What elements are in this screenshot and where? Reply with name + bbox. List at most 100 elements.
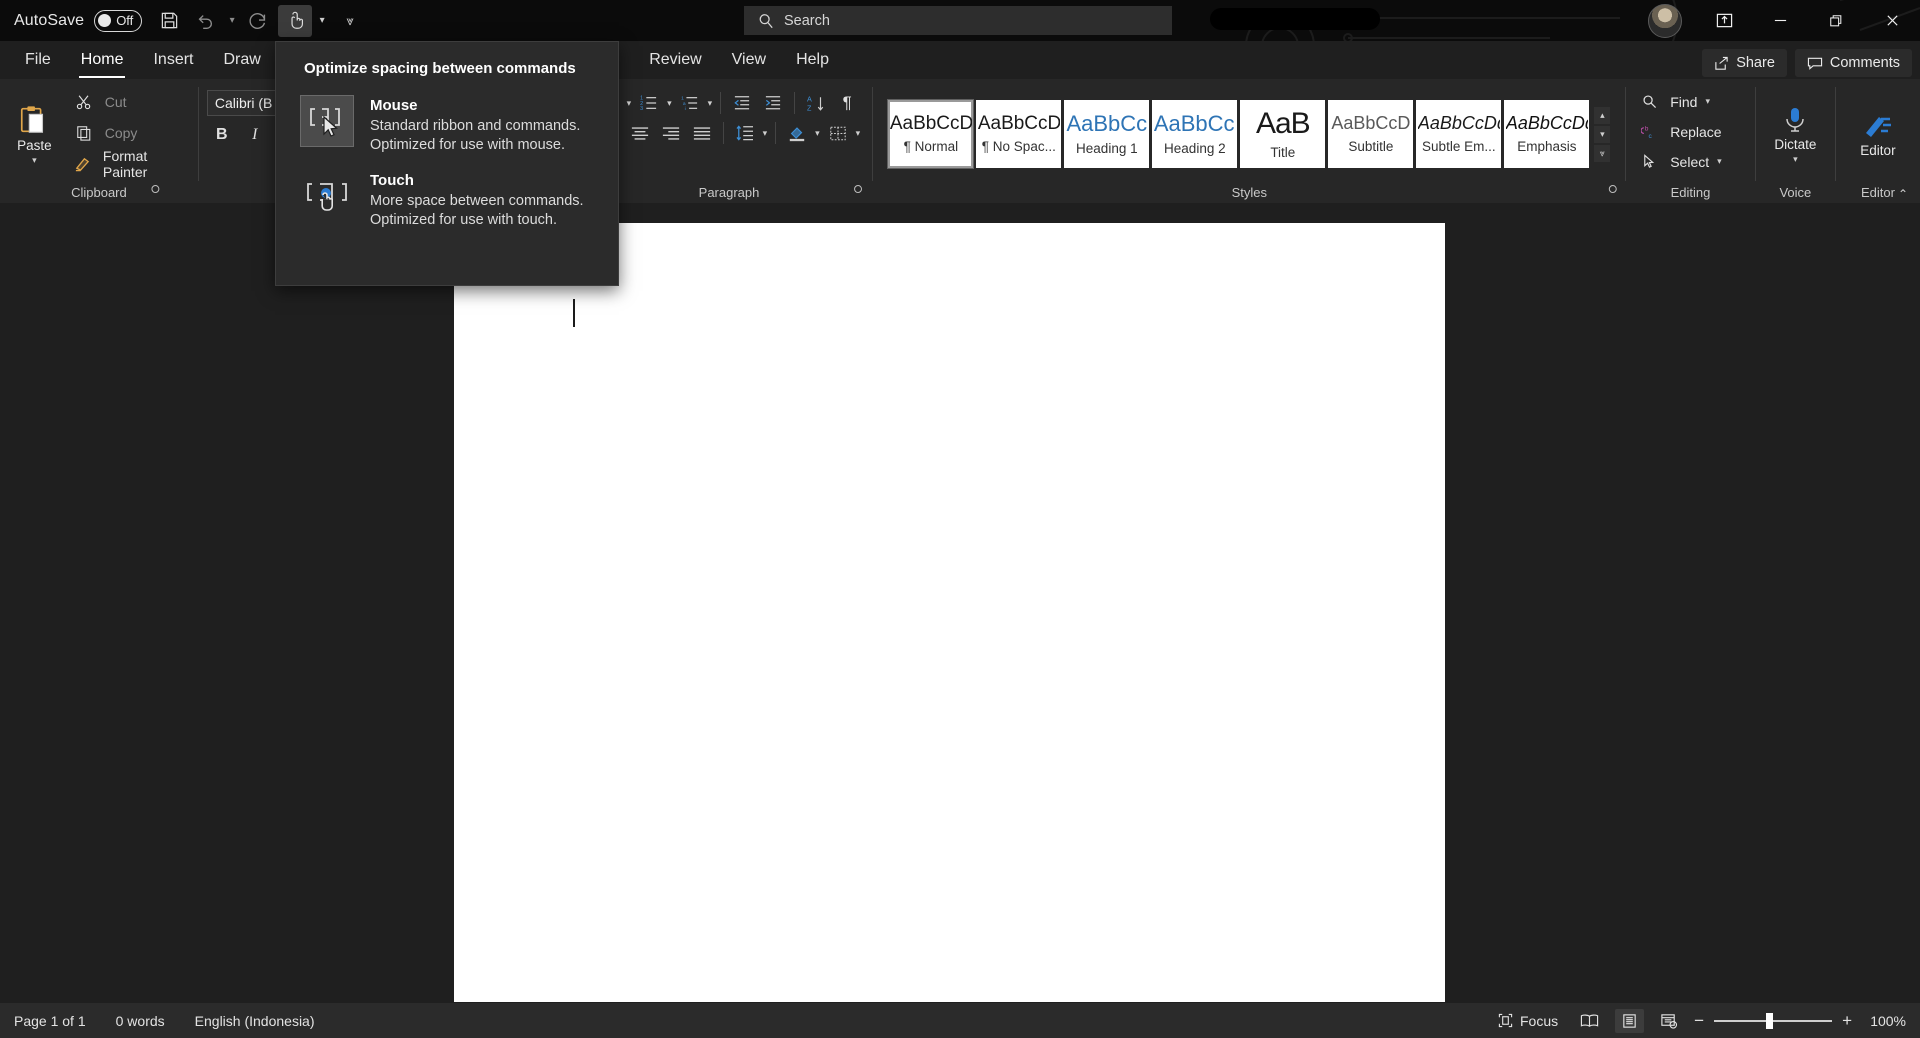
svg-text:i: i — [684, 106, 685, 111]
zoom-knob[interactable] — [1766, 1012, 1774, 1029]
sort-icon[interactable]: A Z — [801, 89, 831, 117]
web-layout-button[interactable] — [1654, 1009, 1684, 1033]
dictate-chevron-down-icon[interactable]: ▾ — [1791, 154, 1800, 165]
status-right: Focus − + 100% — [1492, 1008, 1906, 1033]
tab-insert[interactable]: Insert — [138, 45, 208, 79]
word-count[interactable]: 0 words — [116, 1013, 165, 1029]
decrease-indent-icon[interactable] — [727, 89, 757, 117]
style-name: Subtitle — [1348, 138, 1394, 154]
print-layout-button[interactable] — [1615, 1008, 1645, 1033]
tab-actions: Share Comments — [1702, 49, 1912, 77]
document-canvas[interactable]: ⌃ — [0, 187, 1920, 1003]
touch-mouse-mode-chevron-down-icon[interactable]: ▾ — [314, 5, 330, 37]
zoom-out-button[interactable]: − — [1694, 1011, 1704, 1031]
style-card-normal[interactable]: AaBbCcDd ¶ Normal — [887, 99, 975, 169]
select-button[interactable]: Select ▾ — [1634, 147, 1723, 176]
paragraph-dialog-launcher-icon[interactable]: ⭘ — [854, 184, 863, 197]
close-button[interactable] — [1864, 0, 1920, 41]
styles-scroll-down-icon[interactable]: ▾ — [1594, 125, 1611, 143]
undo-chevron-down-icon[interactable]: ▾ — [224, 5, 240, 37]
menu-item-mouse[interactable]: Mouse Standard ribbon and commands. Opti… — [276, 87, 618, 162]
italic-button[interactable]: I — [240, 121, 270, 149]
styles-more-icon[interactable]: ⩔ — [1594, 144, 1611, 162]
zoom-track[interactable] — [1714, 1012, 1833, 1029]
paste-label: Paste — [17, 137, 52, 153]
tab-file[interactable]: File — [10, 45, 66, 79]
restore-button[interactable] — [1808, 0, 1864, 41]
search-input[interactable]: Search — [744, 6, 1172, 35]
zoom-in-button[interactable]: + — [1842, 1011, 1852, 1031]
find-button[interactable]: Find ▾ — [1634, 87, 1712, 116]
styles-scroll-up-icon[interactable]: ▴ — [1594, 106, 1611, 124]
style-sample: AaB — [1255, 107, 1311, 140]
language-indicator[interactable]: English (Indonesia) — [195, 1013, 315, 1029]
read-mode-button[interactable] — [1574, 1009, 1605, 1033]
find-chevron-down-icon[interactable]: ▾ — [1703, 96, 1712, 107]
document-page[interactable] — [454, 223, 1445, 1002]
numbering-icon[interactable]: 1 2 3 — [634, 89, 664, 117]
collapse-ribbon-icon[interactable]: ⌃ — [1898, 187, 1908, 201]
tab-home[interactable]: Home — [66, 45, 139, 79]
multilevel-list-icon[interactable]: 1 a i — [675, 89, 705, 117]
ribbon-display-options-button[interactable] — [1696, 0, 1752, 41]
shading-icon[interactable] — [782, 119, 812, 147]
shading-chevron-down-icon[interactable]: ▾ — [813, 128, 822, 139]
style-card-heading-2[interactable]: AaBbCcD Heading 2 — [1152, 100, 1238, 168]
minimize-button[interactable] — [1752, 0, 1808, 41]
cut-button[interactable]: Cut — [69, 87, 190, 116]
tab-view[interactable]: View — [717, 45, 781, 79]
avatar[interactable] — [1648, 3, 1682, 38]
zoom-level[interactable]: 100% — [1862, 1013, 1906, 1029]
zoom-slider[interactable]: − + — [1694, 1011, 1852, 1031]
style-card-emphasis[interactable]: AaBbCcDd Emphasis — [1504, 100, 1590, 168]
borders-chevron-down-icon[interactable]: ▾ — [854, 128, 863, 139]
paste-button[interactable]: Paste ▾ — [8, 100, 61, 166]
group-label-clipboard: Clipboard ⭘ — [0, 181, 198, 203]
style-card-subtitle[interactable]: AaBbCcD Subtitle — [1328, 100, 1414, 168]
show-formatting-marks-icon[interactable]: ¶ — [832, 89, 862, 117]
borders-icon[interactable] — [823, 119, 853, 147]
style-card-title[interactable]: AaB Title — [1240, 100, 1326, 168]
line-spacing-icon[interactable] — [730, 119, 760, 147]
comments-button[interactable]: Comments — [1794, 49, 1912, 77]
style-card-heading-1[interactable]: AaBbCc Heading 1 — [1064, 100, 1150, 168]
share-button[interactable]: Share — [1702, 49, 1787, 77]
touch-mouse-mode-icon[interactable] — [278, 4, 313, 37]
style-card-subtle-emphasis[interactable]: AaBbCcDd Subtle Em... — [1416, 100, 1502, 168]
align-right-icon[interactable] — [656, 119, 686, 147]
clipboard-label-text: Clipboard — [71, 184, 127, 200]
page-count[interactable]: Page 1 of 1 — [14, 1013, 86, 1029]
redo-icon[interactable] — [242, 5, 276, 37]
copy-icon — [69, 119, 99, 147]
styles-dialog-launcher-icon[interactable]: ⭘ — [1608, 184, 1617, 197]
tab-review[interactable]: Review — [634, 45, 716, 79]
align-center-icon[interactable] — [625, 119, 655, 147]
bullets-chevron-down-icon[interactable]: ▾ — [625, 98, 634, 109]
menu-item-mouse-text: Mouse Standard ribbon and commands. Opti… — [370, 95, 580, 154]
line-spacing-chevron-down-icon[interactable]: ▾ — [761, 128, 770, 139]
tab-draw[interactable]: Draw — [208, 45, 275, 79]
save-icon[interactable] — [152, 5, 186, 37]
format-painter-button[interactable]: Format Painter — [69, 148, 190, 180]
undo-icon[interactable] — [188, 5, 222, 37]
select-chevron-down-icon[interactable]: ▾ — [1715, 156, 1724, 167]
multilevel-list-chevron-down-icon[interactable]: ▾ — [706, 98, 715, 109]
justify-icon[interactable] — [687, 119, 717, 147]
menu-item-touch[interactable]: Touch More space between commands. Optim… — [276, 162, 618, 237]
menu-item-mouse-desc-1: Standard ribbon and commands. — [370, 118, 581, 134]
customize-quick-access-toolbar-icon[interactable]: ⩔ — [342, 5, 358, 37]
style-card-no-spacing[interactable]: AaBbCcDd ¶ No Spac... — [976, 100, 1062, 168]
focus-button[interactable]: Focus — [1492, 1009, 1564, 1033]
replace-button[interactable]: b c Replace — [1634, 117, 1722, 146]
clipboard-dialog-launcher-icon[interactable]: ⭘ — [151, 184, 160, 197]
dictate-button[interactable]: Dictate ▾ — [1767, 101, 1823, 165]
menu-title: Optimize spacing between commands — [304, 60, 576, 77]
copy-button[interactable]: Copy — [69, 118, 190, 147]
tab-help[interactable]: Help — [781, 45, 844, 79]
bold-button[interactable]: B — [207, 121, 237, 149]
editor-button[interactable]: Editor — [1850, 107, 1906, 158]
autosave-toggle[interactable]: Off — [94, 9, 143, 32]
numbering-chevron-down-icon[interactable]: ▾ — [665, 98, 674, 109]
paste-chevron-down-icon[interactable]: ▾ — [30, 155, 39, 166]
increase-indent-icon[interactable] — [758, 89, 788, 117]
